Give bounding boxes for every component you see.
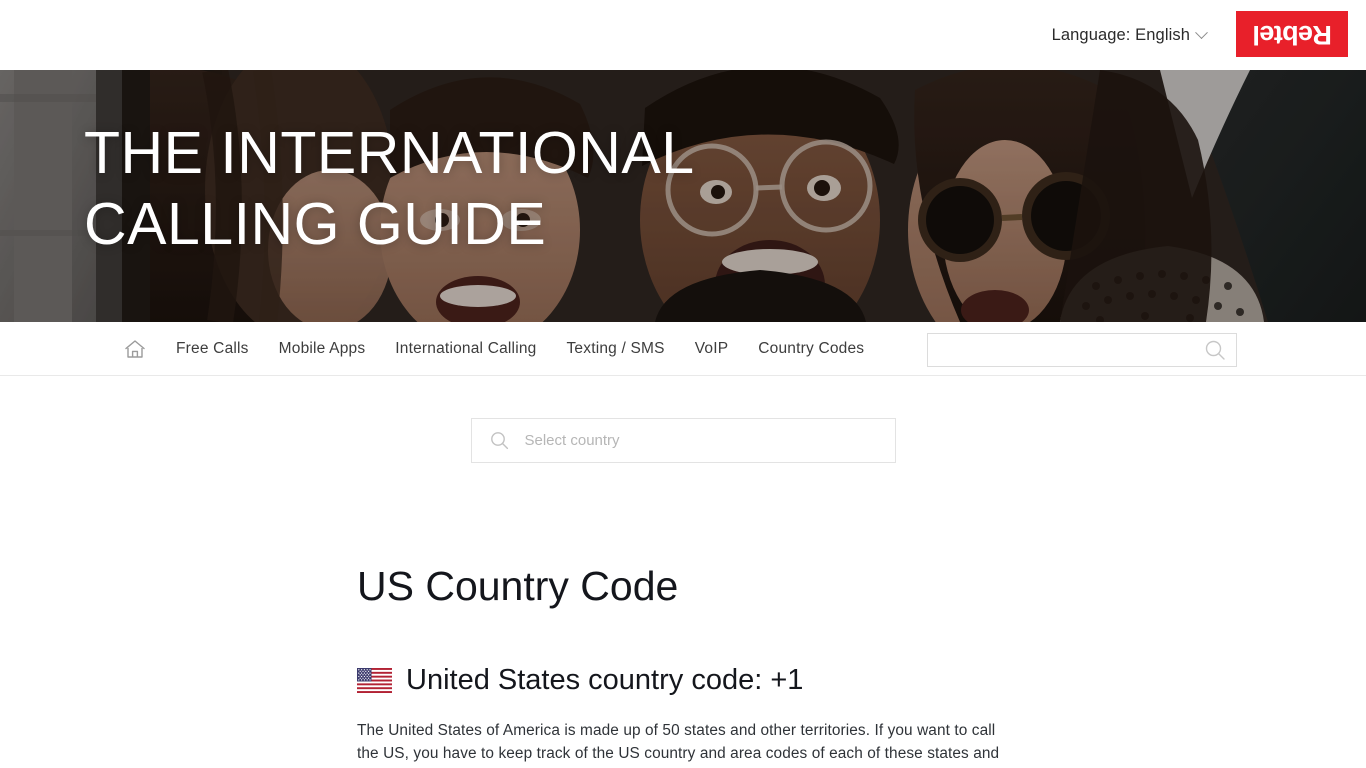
language-label: Language: English [1051, 25, 1190, 44]
main-content: US Country Code [0, 376, 1366, 768]
article: US Country Code United States country co… [353, 463, 1013, 768]
hero-banner: THE INTERNATIONAL CALLING GUIDE [0, 70, 1366, 322]
search-icon [490, 431, 509, 450]
nav-item-texting-sms[interactable]: Texting / SMS [566, 340, 664, 358]
country-select-row [0, 376, 1366, 463]
nav-item-mobile-apps[interactable]: Mobile Apps [279, 340, 366, 358]
top-bar: Language: English Rebtel [0, 0, 1366, 70]
page-title: US Country Code [357, 563, 679, 609]
chevron-down-icon [1195, 25, 1208, 39]
site-search[interactable] [927, 333, 1237, 367]
rebtel-logo[interactable]: Rebtel [1236, 11, 1348, 57]
nav-item-free-calls[interactable]: Free Calls [176, 340, 249, 358]
search-icon[interactable] [1204, 339, 1226, 361]
main-navigation: Free Calls Mobile Apps International Cal… [0, 322, 1366, 376]
language-selector[interactable]: Language: English [1051, 25, 1208, 45]
country-code-heading: United States country code: +1 [357, 664, 1013, 697]
nav-links: Free Calls Mobile Apps International Cal… [124, 339, 864, 359]
article-paragraph: The United States of America is made up … [357, 722, 1000, 763]
nav-item-international-calling[interactable]: International Calling [395, 340, 536, 358]
country-selector[interactable] [470, 418, 896, 463]
country-select-input[interactable] [522, 431, 877, 450]
rebtel-logo-text: Rebtel [1252, 19, 1332, 50]
site-search-input[interactable] [938, 334, 1204, 366]
home-icon[interactable] [124, 339, 146, 359]
country-code-heading-text: United States country code: +1 [406, 664, 804, 697]
hero-title: THE INTERNATIONAL CALLING GUIDE [84, 120, 695, 257]
nav-item-country-codes[interactable]: Country Codes [758, 340, 864, 358]
us-flag-icon [357, 668, 392, 694]
nav-item-voip[interactable]: VoIP [695, 340, 729, 358]
